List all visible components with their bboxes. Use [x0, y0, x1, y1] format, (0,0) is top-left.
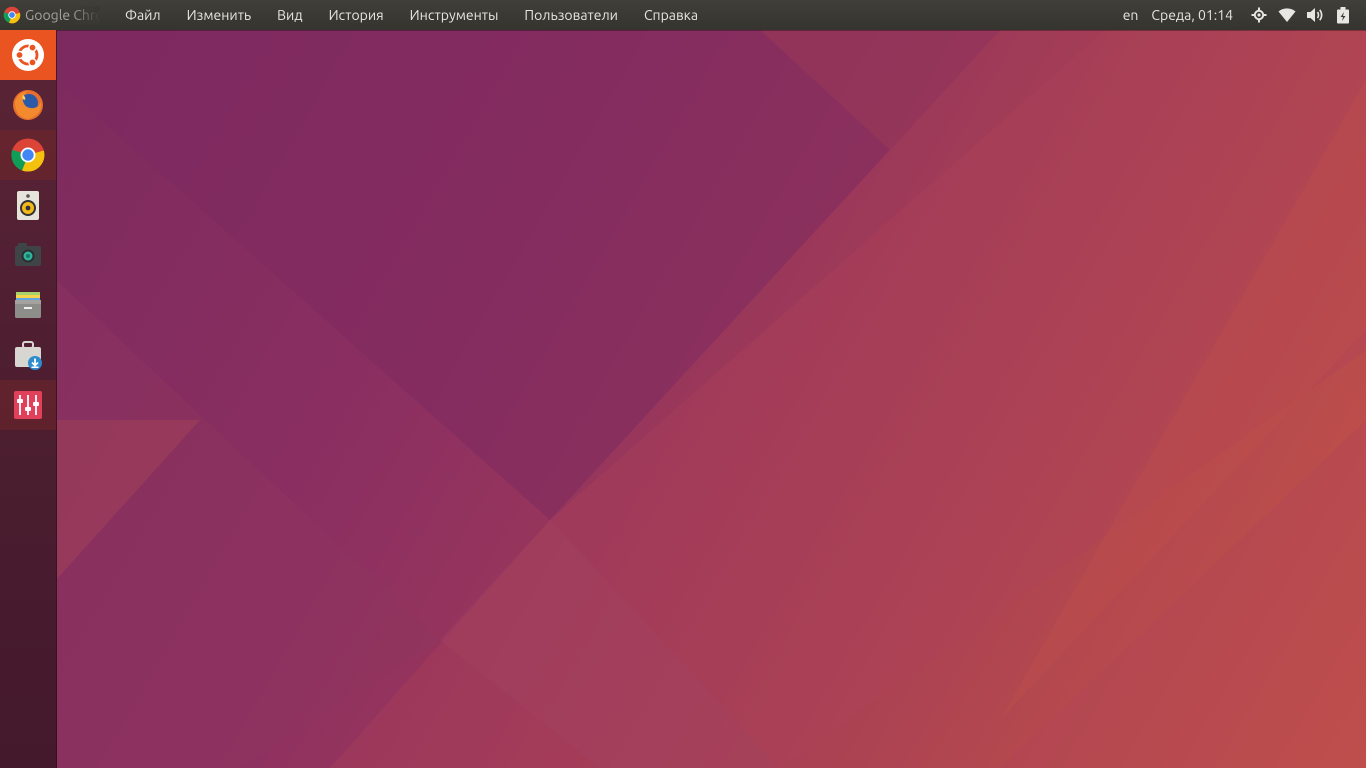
menu-history[interactable]: История — [316, 7, 397, 23]
chrome-icon — [3, 6, 21, 24]
speaker-icon — [17, 191, 39, 220]
chrome-icon — [11, 138, 45, 172]
launcher-files[interactable] — [0, 280, 56, 330]
wallpaper-shapes — [56, 0, 1366, 768]
launcher-chrome[interactable] — [0, 130, 56, 180]
launcher-camera[interactable] — [0, 230, 56, 280]
menu-tools[interactable]: Инструменты — [397, 7, 512, 23]
ubuntu-logo-icon — [12, 39, 44, 71]
dash-button[interactable] — [0, 30, 56, 80]
launcher-software[interactable] — [0, 330, 56, 380]
menu-file[interactable]: Файл — [112, 7, 174, 23]
file-cabinet-icon — [15, 292, 41, 318]
desktop-wallpaper — [0, 0, 1366, 768]
launcher-rhythmbox[interactable] — [0, 180, 56, 230]
app-title-text: Google Chrome — [25, 7, 100, 23]
firefox-icon — [13, 90, 43, 120]
battery-icon[interactable] — [1334, 6, 1352, 24]
menu-view[interactable]: Вид — [264, 7, 315, 23]
launcher — [0, 30, 57, 768]
camera-icon — [15, 243, 41, 266]
software-center-icon — [15, 341, 42, 370]
keyboard-layout-indicator[interactable]: en — [1123, 7, 1139, 23]
top-panel: Google Chrome Файл Изменить Вид История … — [0, 0, 1366, 30]
app-menu-bar: Файл Изменить Вид История Инструменты По… — [112, 7, 711, 23]
mixer-icon — [14, 391, 42, 419]
launcher-mixer[interactable] — [0, 380, 56, 430]
active-app-title: Google Chrome — [0, 6, 100, 24]
menu-edit[interactable]: Изменить — [174, 7, 265, 23]
indicator-area: en Среда, 01:14 — [1123, 0, 1366, 30]
network-manager-icon[interactable] — [1250, 6, 1268, 24]
menu-users[interactable]: Пользователи — [511, 7, 631, 23]
wifi-icon[interactable] — [1278, 6, 1296, 24]
volume-icon[interactable] — [1306, 6, 1324, 24]
menu-help[interactable]: Справка — [631, 7, 711, 23]
clock-indicator[interactable]: Среда, 01:14 — [1151, 7, 1233, 23]
launcher-firefox[interactable] — [0, 80, 56, 130]
